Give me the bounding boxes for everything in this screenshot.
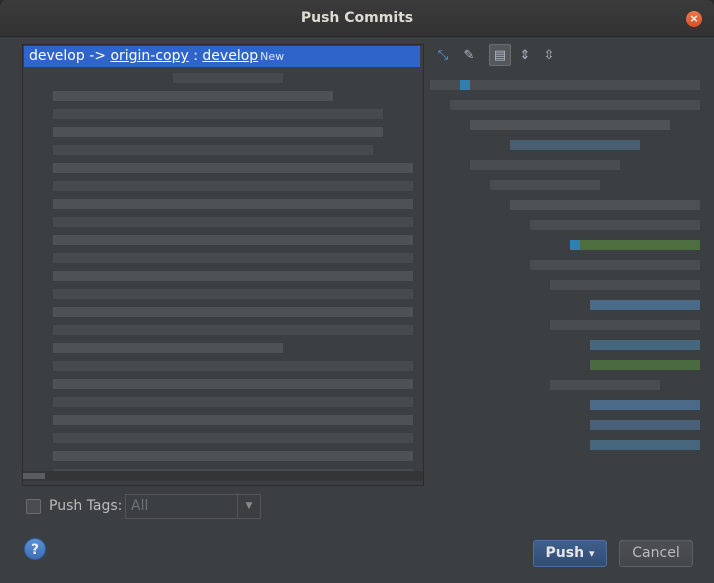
blurred-line xyxy=(53,289,413,299)
blurred-line xyxy=(53,109,383,119)
folder-icon[interactable]: ▤ xyxy=(489,44,511,66)
scrollbar-thumb[interactable] xyxy=(23,473,45,479)
blurred-tree-row xyxy=(450,100,700,110)
blurred-line xyxy=(53,379,413,389)
blurred-tree-row xyxy=(550,380,660,390)
blurred-line xyxy=(53,91,333,101)
chevron-down-icon[interactable]: ▼ xyxy=(237,495,260,518)
blurred-tree-row xyxy=(430,80,700,90)
blurred-tree-row xyxy=(530,260,700,270)
blurred-line xyxy=(53,415,413,425)
blurred-tree-row xyxy=(590,340,700,350)
blurred-tree-row xyxy=(510,140,640,150)
blurred-line xyxy=(53,397,413,407)
colon-separator: : xyxy=(188,48,203,64)
blurred-line xyxy=(53,199,413,209)
blurred-tree-row xyxy=(530,220,700,230)
blurred-line xyxy=(53,163,413,173)
source-branch: develop xyxy=(29,48,85,64)
blurred-tree-row xyxy=(470,160,620,170)
cancel-button[interactable]: Cancel xyxy=(619,540,693,567)
blurred-line xyxy=(53,307,413,317)
tags-select[interactable]: All ▼ xyxy=(125,494,261,519)
push-commits-dialog: Push Commits × develop -> origin-copy : … xyxy=(0,0,714,583)
title-bar: Push Commits × xyxy=(0,0,714,37)
blurred-line xyxy=(53,451,413,461)
help-button[interactable]: ? xyxy=(24,538,46,560)
tags-select-value: All xyxy=(131,498,149,514)
blurred-tree-row xyxy=(590,300,700,310)
blurred-tree-accent xyxy=(460,80,470,90)
arrow-separator: -> xyxy=(84,48,111,64)
collapse-all-icon[interactable]: ⇳ xyxy=(538,44,560,66)
blurred-line xyxy=(173,73,283,83)
expand-icon[interactable]: ⤡ xyxy=(432,44,454,66)
blurred-line xyxy=(53,145,373,155)
blurred-tree-row xyxy=(570,240,700,250)
blurred-line xyxy=(53,217,413,227)
target-branch-link[interactable]: develop xyxy=(202,48,258,64)
blurred-tree-accent xyxy=(570,240,580,250)
blurred-tree-row xyxy=(550,320,700,330)
blurred-line xyxy=(53,343,283,353)
blurred-tree-row xyxy=(490,180,600,190)
push-tags-label: Push Tags: xyxy=(49,498,123,514)
commits-tree-panel: develop -> origin-copy : develop New xyxy=(22,44,424,486)
chevron-down-icon[interactable]: ▾ xyxy=(589,547,595,560)
horizontal-scrollbar[interactable] xyxy=(23,471,423,481)
blurred-tree-row xyxy=(550,280,700,290)
branch-row[interactable]: develop -> origin-copy : develop New xyxy=(24,46,420,67)
blurred-line xyxy=(53,361,413,371)
changes-toolbar: ⤡ ✎ ▤ ⇕ ⇳ xyxy=(430,44,710,68)
blurred-line xyxy=(53,235,413,245)
blurred-tree-row xyxy=(510,200,700,210)
edit-icon[interactable]: ✎ xyxy=(458,44,480,66)
blurred-tree-row xyxy=(590,360,700,370)
blurred-tree-row xyxy=(590,400,700,410)
push-button-label: Push xyxy=(545,545,585,561)
blurred-line xyxy=(53,325,413,335)
new-badge: New xyxy=(260,50,285,63)
blurred-line xyxy=(53,127,383,137)
push-tags-option[interactable]: Push Tags: xyxy=(26,494,122,518)
blurred-tree-row xyxy=(590,420,700,430)
push-button[interactable]: Push ▾ xyxy=(533,540,607,567)
blurred-line xyxy=(53,433,413,443)
blurred-tree-row xyxy=(590,440,700,450)
close-button[interactable]: × xyxy=(686,11,702,27)
changed-files-tree xyxy=(430,72,714,486)
blurred-line xyxy=(53,271,413,281)
blurred-line xyxy=(53,253,413,263)
expand-all-icon[interactable]: ⇕ xyxy=(514,44,536,66)
dialog-title: Push Commits xyxy=(300,10,414,26)
blurred-line xyxy=(53,181,413,191)
blurred-tree-row xyxy=(470,120,670,130)
push-tags-checkbox[interactable] xyxy=(26,498,41,514)
remote-link[interactable]: origin-copy xyxy=(110,48,188,64)
